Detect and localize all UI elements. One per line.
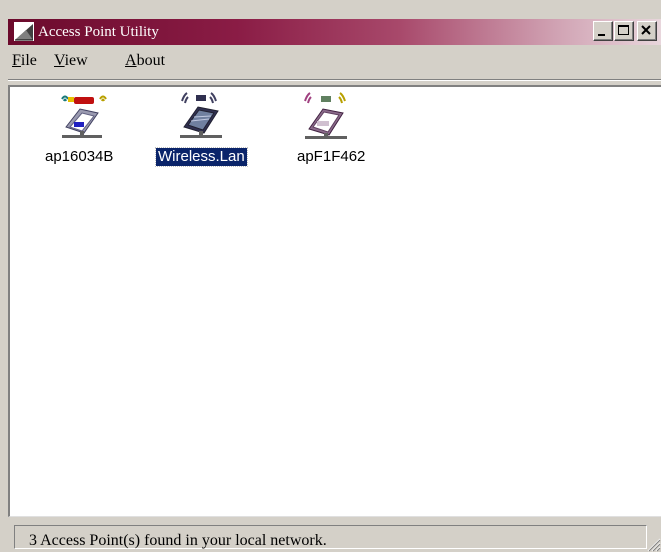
status-bar: 3 Access Point(s) found in your local ne… [8, 521, 661, 552]
resize-grip-icon[interactable] [645, 536, 661, 552]
menu-file[interactable]: File [12, 51, 37, 71]
access-point-icon [180, 92, 222, 138]
access-point-list[interactable]: ap16034B Wireless.Lan apF1F462 [8, 85, 661, 517]
menu-view[interactable]: View [54, 51, 88, 71]
access-point-icon [61, 95, 107, 138]
minimize-button[interactable] [593, 21, 613, 41]
maximize-icon [618, 25, 629, 35]
minimize-icon [598, 34, 605, 36]
menu-about[interactable]: About [125, 51, 165, 71]
maximize-button[interactable] [614, 21, 634, 41]
list-item-ap16034B[interactable]: ap16034B [36, 91, 136, 171]
menu-separator [8, 79, 661, 81]
status-panel: 3 Access Point(s) found in your local ne… [14, 525, 647, 549]
list-item-wireless-lan[interactable]: Wireless.Lan [151, 91, 251, 171]
window-title: Access Point Utility [38, 24, 159, 40]
list-item-apF1F462[interactable]: apF1F462 [285, 91, 385, 171]
close-button[interactable] [637, 21, 657, 41]
ap-label[interactable]: apF1F462 [295, 148, 367, 166]
ap-label[interactable]: ap16034B [43, 148, 115, 166]
app-window: Access Point Utility File View About ap1… [0, 0, 661, 552]
ap-label[interactable]: Wireless.Lan [155, 147, 248, 167]
access-point-icon [304, 92, 347, 139]
title-bar[interactable]: Access Point Utility [8, 19, 661, 45]
menu-bar: File View About [8, 47, 661, 75]
status-text: 3 Access Point(s) found in your local ne… [29, 532, 327, 549]
app-icon [14, 22, 34, 41]
close-icon [641, 25, 651, 35]
